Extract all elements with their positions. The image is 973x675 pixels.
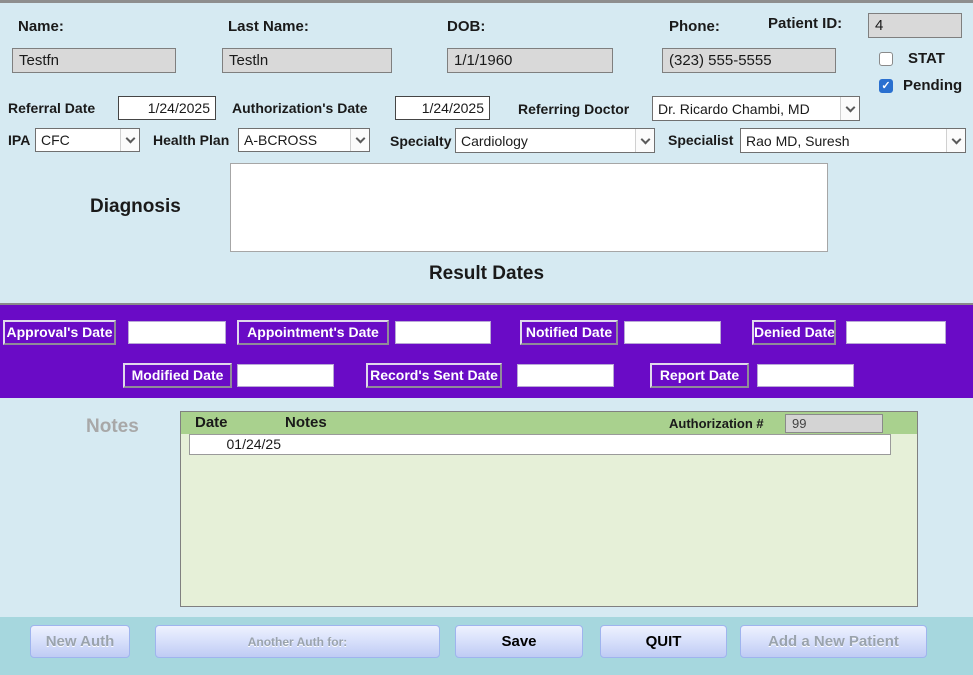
referral-authorization-window: Name: Last Name: DOB: Phone: Patient ID:… [0, 0, 973, 675]
pending-checkbox[interactable]: ✓ [879, 79, 893, 93]
chevron-down-icon[interactable] [946, 129, 965, 152]
last-name-field[interactable] [222, 48, 392, 73]
health-plan-dropdown[interactable]: A-BCROSS [238, 128, 370, 152]
referring-doctor-dropdown[interactable]: Dr. Ricardo Chambi, MD [652, 96, 860, 121]
referral-date-input[interactable] [118, 96, 216, 120]
modified-date-label: Modified Date [123, 363, 232, 388]
add-new-patient-button[interactable]: Add a New Patient [740, 625, 927, 658]
quit-button[interactable]: QUIT [600, 625, 727, 658]
notes-notes-column-header: Notes [285, 414, 327, 431]
notes-section-label: Notes [86, 416, 139, 437]
stat-checkbox[interactable] [879, 52, 893, 66]
result-dates-band: Approval's Date Appointment's Date Notif… [0, 303, 973, 398]
notes-table-header: Date Notes Authorization # [181, 412, 917, 434]
modified-date-input[interactable] [237, 364, 334, 387]
denied-date-label: Denied Date [752, 320, 836, 345]
referring-doctor-label: Referring Doctor [518, 101, 630, 117]
last-name-label: Last Name: [228, 18, 309, 35]
referral-date-label: Referral Date [8, 100, 96, 116]
authorization-number-label: Authorization # [669, 416, 764, 431]
diagnosis-label: Diagnosis [90, 196, 181, 217]
referring-doctor-value: Dr. Ricardo Chambi, MD [658, 100, 810, 117]
bottom-button-bar: New Auth Another Auth for: Save QUIT Add… [0, 617, 973, 675]
new-auth-button[interactable]: New Auth [30, 625, 130, 658]
chevron-down-icon[interactable] [350, 129, 369, 151]
stat-label: STAT [908, 50, 945, 67]
name-label: Name: [18, 18, 64, 35]
first-name-field[interactable] [12, 48, 176, 73]
note-row-date-cell[interactable]: 01/24/25 [189, 434, 286, 455]
dob-field[interactable] [447, 48, 613, 73]
records-sent-date-input[interactable] [517, 364, 614, 387]
specialty-value: Cardiology [461, 132, 528, 149]
report-date-label: Report Date [650, 363, 749, 388]
notified-date-label: Notified Date [520, 320, 618, 345]
notes-panel: Date Notes Authorization # 01/24/25 [180, 411, 918, 607]
phone-label: Phone: [669, 18, 720, 35]
chevron-down-icon[interactable] [635, 129, 654, 152]
phone-field[interactable] [662, 48, 836, 73]
specialist-label: Specialist [668, 132, 734, 148]
records-sent-date-label: Record's Sent Date [366, 363, 502, 388]
authorization-date-input[interactable] [395, 96, 490, 120]
result-dates-heading: Result Dates [428, 263, 545, 284]
another-auth-button[interactable]: Another Auth for: [155, 625, 440, 658]
approvals-date-input[interactable] [128, 321, 226, 344]
note-row-notes-cell[interactable] [285, 434, 891, 455]
patient-id-label: Patient ID: [768, 15, 843, 32]
diagnosis-textarea[interactable] [230, 163, 828, 252]
save-button[interactable]: Save [455, 625, 583, 658]
chevron-down-icon[interactable] [120, 129, 139, 151]
specialty-label: Specialty [390, 133, 452, 149]
window-top-border [0, 0, 973, 3]
ipa-value: CFC [41, 132, 70, 148]
report-date-input[interactable] [757, 364, 854, 387]
authorization-number-field[interactable] [785, 414, 883, 433]
specialty-dropdown[interactable]: Cardiology [455, 128, 655, 153]
specialist-dropdown[interactable]: Rao MD, Suresh [740, 128, 966, 153]
ipa-label: IPA [8, 132, 31, 148]
notified-date-input[interactable] [624, 321, 721, 344]
health-plan-value: A-BCROSS [244, 132, 318, 148]
appointments-date-input[interactable] [395, 321, 491, 344]
specialist-value: Rao MD, Suresh [746, 132, 850, 149]
appointments-date-label: Appointment's Date [237, 320, 389, 345]
notes-date-column-header: Date [195, 414, 228, 431]
ipa-dropdown[interactable]: CFC [35, 128, 140, 152]
approvals-date-label: Approval's Date [3, 320, 116, 345]
chevron-down-icon[interactable] [840, 97, 859, 120]
dob-label: DOB: [447, 18, 486, 35]
health-plan-label: Health Plan [153, 132, 230, 148]
authorization-date-label: Authorization's Date [232, 100, 368, 116]
denied-date-input[interactable] [846, 321, 946, 344]
pending-label: Pending [903, 77, 963, 94]
patient-id-field[interactable] [868, 13, 962, 38]
